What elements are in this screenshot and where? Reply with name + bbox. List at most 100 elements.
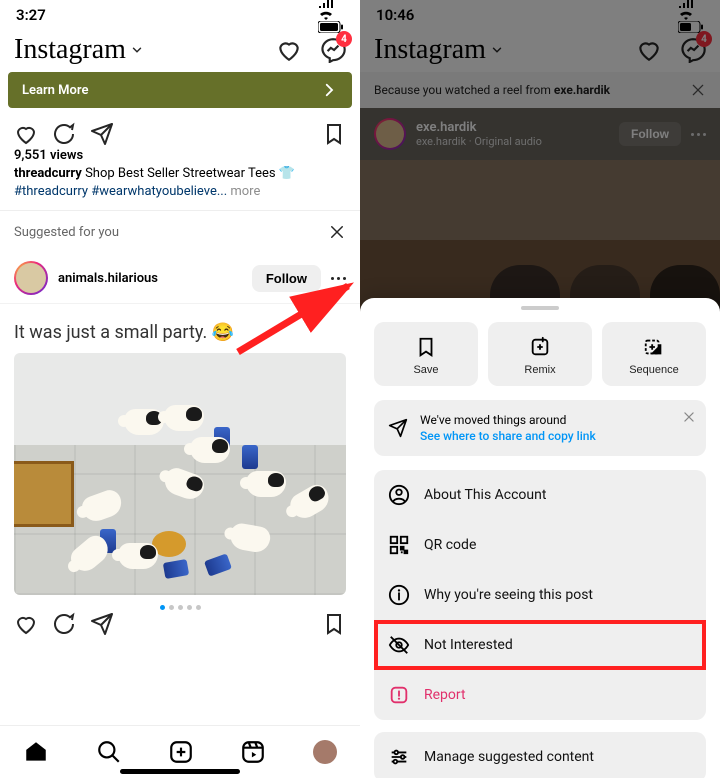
sheet-top-actions: Save Remix Sequence [360,322,720,400]
post-audio-sub: exe.hardik · Original audio [416,135,542,148]
activity-button[interactable] [636,37,662,63]
why-seeing-item[interactable]: Why you're seeing this post [374,570,706,620]
post-options-button[interactable] [331,277,346,280]
comment-icon [52,122,76,146]
heart-icon [636,37,662,63]
messenger-button[interactable]: 4 [320,37,346,63]
avatar-icon [313,740,337,764]
share-button[interactable] [90,612,114,636]
close-icon [328,223,346,241]
sheet-options-list: About This Account QR code Why you're se… [374,470,706,720]
suggested-username[interactable]: animals.hilarious [58,271,158,286]
sliders-icon [388,746,410,768]
save-button[interactable] [322,122,346,146]
suggested-header: Suggested for you [0,210,360,253]
not-interested-item[interactable]: Not Interested [374,620,706,670]
send-icon [388,418,408,438]
sheet-grabber[interactable] [521,306,559,310]
post1-hashtags[interactable]: #threadcurry #wearwhatyoubelieve... [14,184,227,199]
about-account-item[interactable]: About This Account [374,470,706,520]
post1-caption: threadcurry Shop Best Seller Streetwear … [0,163,360,210]
close-because-button[interactable] [690,82,706,98]
status-indicators [314,0,344,33]
bookmark-icon [415,336,437,358]
suggested-post-header: exe.hardik exe.hardik · Original audio F… [360,108,720,160]
qr-code-item[interactable]: QR code [374,520,706,570]
remix-icon [529,336,551,358]
sheet-save-button[interactable]: Save [374,322,478,386]
learn-more-banner[interactable]: Learn More [8,72,352,108]
sheet-info-note: We've moved things around See where to s… [374,400,706,456]
post2-media[interactable] [14,353,346,595]
avatar[interactable] [374,118,406,150]
options-bottom-sheet: Save Remix Sequence We've moved things a… [360,298,720,778]
close-icon [682,410,696,424]
close-suggested-button[interactable] [328,223,346,241]
note-close-button[interactable] [682,410,696,424]
tab-new-post[interactable] [168,739,194,765]
status-time: 10:46 [376,6,414,24]
follow-button[interactable]: Follow [619,122,681,146]
tab-home[interactable] [23,739,49,765]
suggested-user-row: animals.hilarious Follow [0,253,360,304]
qr-icon [388,534,410,556]
share-button[interactable] [90,122,114,146]
unread-badge: 4 [336,31,352,47]
heart-icon [276,37,302,63]
close-icon [690,82,706,98]
tab-bar [0,725,360,778]
send-icon [90,122,114,146]
brand-dropdown[interactable]: Instagram [374,34,504,66]
reels-icon [240,739,266,765]
report-item[interactable]: Report [374,670,706,720]
post-username[interactable]: exe.hardik [416,120,542,135]
like-button[interactable] [14,612,38,636]
send-icon [90,612,114,636]
status-time: 3:27 [16,6,46,24]
unread-badge: 4 [696,31,712,47]
tab-profile[interactable] [313,740,337,764]
caption-more[interactable]: more [227,184,260,199]
avatar[interactable] [14,261,48,295]
brand-label: Instagram [14,34,126,66]
status-indicators [674,0,704,33]
left-screenshot: 3:27 Instagram 4 L [0,0,360,778]
comment-button[interactable] [52,122,76,146]
comment-button[interactable] [52,612,76,636]
post2-caption: It was just a small party. 😂 [0,304,360,353]
sheet-remix-button[interactable]: Remix [488,322,592,386]
report-icon [388,684,410,706]
eye-off-icon [388,634,410,656]
status-bar: 10:46 [360,0,720,28]
search-icon [96,739,122,765]
follow-button[interactable]: Follow [252,265,321,292]
bookmark-icon [322,612,346,636]
suggested-title: Suggested for you [14,225,119,240]
account-icon [388,484,410,506]
home-indicator [120,769,240,774]
post2-actions [0,612,360,638]
like-button[interactable] [14,122,38,146]
manage-suggested-item[interactable]: Manage suggested content [374,732,706,778]
post1-views: 9,551 views [0,148,360,163]
messenger-button[interactable]: 4 [680,37,706,63]
post-options-button[interactable] [691,133,706,136]
chevron-down-icon [490,43,504,57]
tab-search[interactable] [96,739,122,765]
see-where-link[interactable]: See where to share and copy link [420,429,596,443]
post1-actions [0,118,360,148]
because-banner: Because you watched a reel from exe.hard… [360,72,720,108]
activity-button[interactable] [276,37,302,63]
heart-icon [14,612,38,636]
brand-label: Instagram [374,34,486,66]
home-icon [23,739,49,765]
save-button[interactable] [322,612,346,636]
heart-icon [14,122,38,146]
ig-header: Instagram 4 [360,28,720,72]
tab-reels[interactable] [240,739,266,765]
sheet-sequence-button[interactable]: Sequence [602,322,706,386]
banner-label: Learn More [22,83,88,98]
right-screenshot: 10:46 Instagram 4 Because you watched [360,0,720,778]
sequence-icon [643,336,665,358]
brand-dropdown[interactable]: Instagram [14,34,144,66]
